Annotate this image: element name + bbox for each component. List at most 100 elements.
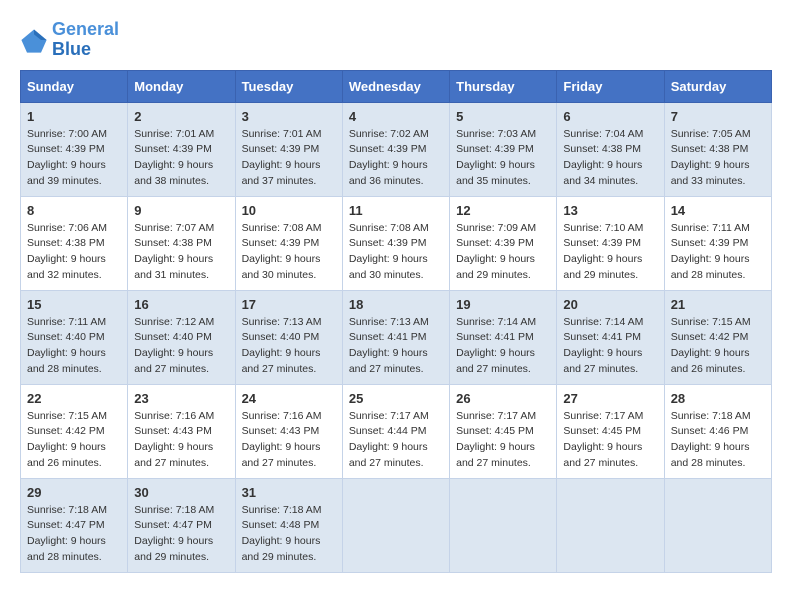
- day-number: 18: [349, 297, 443, 312]
- calendar-cell: 17 Sunrise: 7:13 AMSunset: 4:40 PMDayligh…: [235, 290, 342, 384]
- day-info: Sunrise: 7:01 AMSunset: 4:39 PMDaylight:…: [134, 127, 228, 190]
- header-day: Thursday: [450, 70, 557, 102]
- day-number: 31: [242, 485, 336, 500]
- day-info: Sunrise: 7:17 AMSunset: 4:45 PMDaylight:…: [563, 409, 657, 472]
- calendar-cell: 10 Sunrise: 7:08 AMSunset: 4:39 PMDayligh…: [235, 196, 342, 290]
- calendar-cell: 1Sunrise: 7:00 AMSunset: 4:39 PMDaylight…: [21, 102, 128, 196]
- header-day: Monday: [128, 70, 235, 102]
- day-number: 5: [456, 109, 550, 124]
- day-info: Sunrise: 7:03 AMSunset: 4:39 PMDaylight:…: [456, 127, 550, 190]
- day-number: 29: [27, 485, 121, 500]
- day-number: 7: [671, 109, 765, 124]
- calendar-week-row: 29 Sunrise: 7:18 AMSunset: 4:47 PMDayligh…: [21, 478, 772, 572]
- day-info: Sunrise: 7:18 AMSunset: 4:48 PMDaylight:…: [242, 503, 336, 566]
- calendar-cell: 31 Sunrise: 7:18 AMSunset: 4:48 PMDayligh…: [235, 478, 342, 572]
- day-number: 21: [671, 297, 765, 312]
- calendar-cell: 4Sunrise: 7:02 AMSunset: 4:39 PMDaylight…: [342, 102, 449, 196]
- day-info: Sunrise: 7:10 AMSunset: 4:39 PMDaylight:…: [563, 221, 657, 284]
- header-day: Tuesday: [235, 70, 342, 102]
- calendar-body: 1Sunrise: 7:00 AMSunset: 4:39 PMDaylight…: [21, 102, 772, 572]
- day-info: Sunrise: 7:13 AMSunset: 4:40 PMDaylight:…: [242, 315, 336, 378]
- calendar-cell: 30Sunrise: 7:18 AMSunset: 4:47 PMDayligh…: [128, 478, 235, 572]
- calendar-cell: 20 Sunrise: 7:14 AMSunset: 4:41 PMDayligh…: [557, 290, 664, 384]
- day-info: Sunrise: 7:07 AMSunset: 4:38 PMDaylight:…: [134, 221, 228, 284]
- day-info: Sunrise: 7:17 AMSunset: 4:45 PMDaylight:…: [456, 409, 550, 472]
- calendar-cell: 28 Sunrise: 7:18 AMSunset: 4:46 PMDayligh…: [664, 384, 771, 478]
- day-number: 23: [134, 391, 228, 406]
- header-day: Sunday: [21, 70, 128, 102]
- calendar-cell: [342, 478, 449, 572]
- day-info: Sunrise: 7:18 AMSunset: 4:46 PMDaylight:…: [671, 409, 765, 472]
- calendar-cell: 27Sunrise: 7:17 AMSunset: 4:45 PMDayligh…: [557, 384, 664, 478]
- calendar-cell: 7 Sunrise: 7:05 AMSunset: 4:38 PMDaylight…: [664, 102, 771, 196]
- calendar-cell: 13 Sunrise: 7:10 AMSunset: 4:39 PMDayligh…: [557, 196, 664, 290]
- calendar-week-row: 8Sunrise: 7:06 AMSunset: 4:38 PMDaylight…: [21, 196, 772, 290]
- day-info: Sunrise: 7:15 AMSunset: 4:42 PMDaylight:…: [671, 315, 765, 378]
- day-info: Sunrise: 7:17 AMSunset: 4:44 PMDaylight:…: [349, 409, 443, 472]
- calendar-cell: 14 Sunrise: 7:11 AMSunset: 4:39 PMDayligh…: [664, 196, 771, 290]
- day-number: 13: [563, 203, 657, 218]
- day-info: Sunrise: 7:05 AMSunset: 4:38 PMDaylight:…: [671, 127, 765, 190]
- day-info: Sunrise: 7:12 AMSunset: 4:40 PMDaylight:…: [134, 315, 228, 378]
- calendar-cell: 5 Sunrise: 7:03 AMSunset: 4:39 PMDaylight…: [450, 102, 557, 196]
- day-number: 3: [242, 109, 336, 124]
- header-day: Saturday: [664, 70, 771, 102]
- day-info: Sunrise: 7:14 AMSunset: 4:41 PMDaylight:…: [456, 315, 550, 378]
- day-info: Sunrise: 7:01 AMSunset: 4:39 PMDaylight:…: [242, 127, 336, 190]
- day-info: Sunrise: 7:11 AMSunset: 4:40 PMDaylight:…: [27, 315, 121, 378]
- header-row: SundayMondayTuesdayWednesdayThursdayFrid…: [21, 70, 772, 102]
- day-number: 25: [349, 391, 443, 406]
- calendar-cell: 8Sunrise: 7:06 AMSunset: 4:38 PMDaylight…: [21, 196, 128, 290]
- calendar-cell: 9Sunrise: 7:07 AMSunset: 4:38 PMDaylight…: [128, 196, 235, 290]
- day-number: 22: [27, 391, 121, 406]
- day-info: Sunrise: 7:00 AMSunset: 4:39 PMDaylight:…: [27, 127, 121, 190]
- calendar-cell: 22 Sunrise: 7:15 AMSunset: 4:42 PMDayligh…: [21, 384, 128, 478]
- day-info: Sunrise: 7:15 AMSunset: 4:42 PMDaylight:…: [27, 409, 121, 472]
- calendar-cell: [664, 478, 771, 572]
- day-info: Sunrise: 7:02 AMSunset: 4:39 PMDaylight:…: [349, 127, 443, 190]
- day-info: Sunrise: 7:08 AMSunset: 4:39 PMDaylight:…: [349, 221, 443, 284]
- day-info: Sunrise: 7:04 AMSunset: 4:38 PMDaylight:…: [563, 127, 657, 190]
- calendar-cell: 24Sunrise: 7:16 AMSunset: 4:43 PMDayligh…: [235, 384, 342, 478]
- calendar-cell: 19 Sunrise: 7:14 AMSunset: 4:41 PMDayligh…: [450, 290, 557, 384]
- calendar-cell: 26Sunrise: 7:17 AMSunset: 4:45 PMDayligh…: [450, 384, 557, 478]
- day-number: 19: [456, 297, 550, 312]
- calendar-cell: 29Sunrise: 7:18 AMSunset: 4:47 PMDayligh…: [21, 478, 128, 572]
- header-day: Friday: [557, 70, 664, 102]
- calendar-cell: 6 Sunrise: 7:04 AMSunset: 4:38 PMDaylight…: [557, 102, 664, 196]
- calendar-cell: 18 Sunrise: 7:13 AMSunset: 4:41 PMDayligh…: [342, 290, 449, 384]
- day-info: Sunrise: 7:08 AMSunset: 4:39 PMDaylight:…: [242, 221, 336, 284]
- day-number: 12: [456, 203, 550, 218]
- logo: General Blue: [20, 20, 119, 60]
- day-number: 15: [27, 297, 121, 312]
- day-number: 16: [134, 297, 228, 312]
- day-number: 28: [671, 391, 765, 406]
- day-info: Sunrise: 7:13 AMSunset: 4:41 PMDaylight:…: [349, 315, 443, 378]
- day-info: Sunrise: 7:11 AMSunset: 4:39 PMDaylight:…: [671, 221, 765, 284]
- calendar-cell: 12Sunrise: 7:09 AMSunset: 4:39 PMDayligh…: [450, 196, 557, 290]
- day-number: 2: [134, 109, 228, 124]
- calendar-cell: [557, 478, 664, 572]
- day-number: 10: [242, 203, 336, 218]
- calendar-cell: 15 Sunrise: 7:11 AMSunset: 4:40 PMDayligh…: [21, 290, 128, 384]
- calendar-cell: 25 Sunrise: 7:17 AMSunset: 4:44 PMDayligh…: [342, 384, 449, 478]
- day-info: Sunrise: 7:14 AMSunset: 4:41 PMDaylight:…: [563, 315, 657, 378]
- day-number: 8: [27, 203, 121, 218]
- day-info: Sunrise: 7:18 AMSunset: 4:47 PMDaylight:…: [134, 503, 228, 566]
- day-number: 14: [671, 203, 765, 218]
- calendar-cell: [450, 478, 557, 572]
- calendar-week-row: 15 Sunrise: 7:11 AMSunset: 4:40 PMDayligh…: [21, 290, 772, 384]
- calendar: SundayMondayTuesdayWednesdayThursdayFrid…: [20, 70, 772, 573]
- day-info: Sunrise: 7:16 AMSunset: 4:43 PMDaylight:…: [242, 409, 336, 472]
- calendar-cell: 3 Sunrise: 7:01 AMSunset: 4:39 PMDaylight…: [235, 102, 342, 196]
- calendar-cell: 11Sunrise: 7:08 AMSunset: 4:39 PMDayligh…: [342, 196, 449, 290]
- calendar-cell: 23Sunrise: 7:16 AMSunset: 4:43 PMDayligh…: [128, 384, 235, 478]
- calendar-cell: 2 Sunrise: 7:01 AMSunset: 4:39 PMDaylight…: [128, 102, 235, 196]
- calendar-week-row: 1Sunrise: 7:00 AMSunset: 4:39 PMDaylight…: [21, 102, 772, 196]
- calendar-cell: 16 Sunrise: 7:12 AMSunset: 4:40 PMDayligh…: [128, 290, 235, 384]
- day-number: 17: [242, 297, 336, 312]
- logo-icon: [20, 26, 48, 54]
- day-number: 6: [563, 109, 657, 124]
- day-number: 20: [563, 297, 657, 312]
- calendar-week-row: 22 Sunrise: 7:15 AMSunset: 4:42 PMDayligh…: [21, 384, 772, 478]
